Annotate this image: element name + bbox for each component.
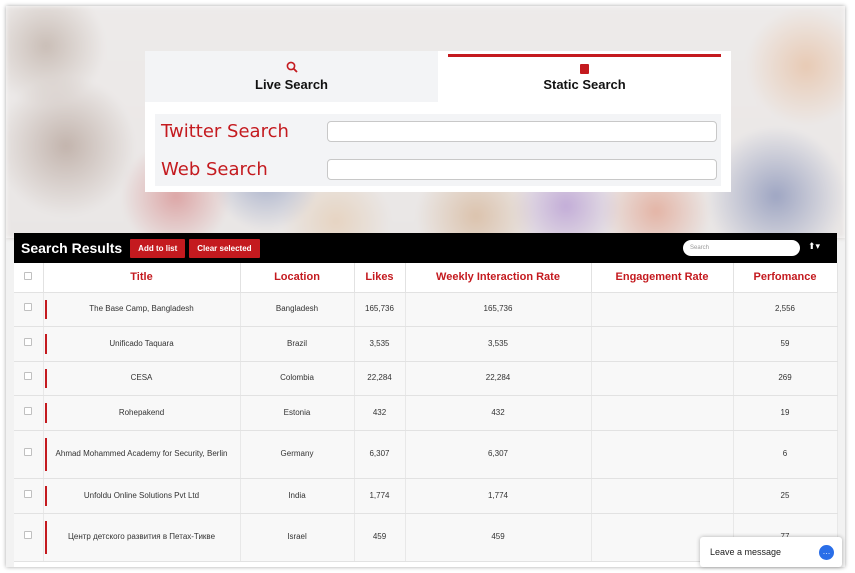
tab-static-search-label: Static Search — [543, 77, 626, 92]
row-title: The Base Camp, Bangladesh — [43, 292, 241, 327]
row-likes: 432 — [354, 395, 406, 431]
select-all-checkbox[interactable] — [24, 272, 33, 281]
results-toolbar: Search Results Add to list Clear selecte… — [14, 233, 837, 263]
tab-live-search-label: Live Search — [255, 77, 328, 92]
add-to-list-button[interactable]: Add to list — [130, 238, 186, 258]
row-engagement-rate — [591, 478, 734, 514]
results-search-placeholder: Search — [690, 245, 710, 251]
row-checkbox[interactable] — [24, 448, 33, 456]
row-weekly-interaction-rate: 459 — [405, 513, 592, 562]
row-performance: 19 — [733, 395, 838, 431]
row-weekly-interaction-rate: 22,284 — [405, 361, 592, 396]
row-performance: 269 — [733, 361, 838, 396]
row-engagement-rate — [591, 326, 734, 362]
search-results: Search Results Add to list Clear selecte… — [14, 233, 838, 567]
row-checkbox-cell — [14, 292, 44, 327]
clear-selected-button[interactable]: Clear selected — [189, 238, 260, 258]
twitter-search-row: Twitter Search — [161, 121, 717, 142]
row-title: CESA — [43, 361, 241, 396]
chat-bubble-icon: … — [819, 545, 834, 560]
web-search-label: Web Search — [161, 159, 268, 180]
row-location: Brazil — [240, 326, 355, 362]
results-title: Search Results — [21, 240, 123, 256]
column-header-performance[interactable]: Perfomance — [733, 263, 838, 293]
row-performance: 59 — [733, 326, 838, 362]
column-header-title[interactable]: Title — [43, 263, 241, 293]
column-header-weekly-interaction-rate[interactable]: Weekly Interaction Rate — [405, 263, 592, 293]
row-performance: 25 — [733, 478, 838, 514]
row-likes: 6,307 — [354, 430, 406, 479]
row-weekly-interaction-rate: 432 — [405, 395, 592, 431]
select-all-cell — [14, 263, 44, 293]
row-title: Rohepakend — [43, 395, 241, 431]
chat-label: Leave a message — [710, 547, 782, 557]
row-checkbox-cell — [14, 361, 44, 396]
table-row[interactable]: Ahmad Mohammed Academy for Security, Ber… — [14, 430, 838, 479]
book-icon — [580, 61, 589, 76]
search-icon — [286, 61, 298, 76]
row-checkbox-cell — [14, 513, 44, 562]
row-location: Israel — [240, 513, 355, 562]
row-engagement-rate — [591, 395, 734, 431]
row-checkbox[interactable] — [24, 337, 33, 346]
row-weekly-interaction-rate: 1,774 — [405, 478, 592, 514]
table-row[interactable]: CESA Colombia 22,284 22,284 269 — [14, 361, 838, 396]
row-checkbox[interactable] — [24, 406, 33, 415]
row-location: Colombia — [240, 361, 355, 396]
row-location: Bangladesh — [240, 292, 355, 327]
row-weekly-interaction-rate: 3,535 — [405, 326, 592, 362]
row-performance: 6 — [733, 430, 838, 479]
row-title: Unfoldu Online Solutions Pvt Ltd — [43, 478, 241, 514]
row-location: India — [240, 478, 355, 514]
row-engagement-rate — [591, 292, 734, 327]
row-likes: 165,736 — [354, 292, 406, 327]
row-likes: 22,284 — [354, 361, 406, 396]
row-engagement-rate — [591, 361, 734, 396]
row-weekly-interaction-rate: 6,307 — [405, 430, 592, 479]
row-checkbox[interactable] — [24, 303, 33, 311]
row-checkbox[interactable] — [24, 489, 33, 498]
table-header-row: Title Location Likes Weekly Interaction … — [14, 263, 838, 293]
row-likes: 459 — [354, 513, 406, 562]
chat-widget[interactable]: Leave a message … — [700, 537, 842, 567]
page-frame: Live Search Static Search Twitter Search… — [6, 6, 845, 567]
row-checkbox-cell — [14, 478, 44, 514]
search-tabs: Live Search Static Search — [145, 51, 731, 102]
web-search-input[interactable] — [327, 159, 717, 180]
row-title: Unificado Taquara — [43, 326, 241, 362]
row-location: Estonia — [240, 395, 355, 431]
results-table: Title Location Likes Weekly Interaction … — [14, 263, 838, 562]
web-search-row: Web Search — [161, 159, 717, 180]
row-checkbox[interactable] — [24, 372, 33, 380]
row-checkbox-cell — [14, 430, 44, 479]
column-header-location[interactable]: Location — [240, 263, 355, 293]
table-row[interactable]: Rohepakend Estonia 432 432 19 — [14, 395, 838, 431]
search-panel: Live Search Static Search Twitter Search… — [145, 51, 731, 192]
row-title: Ahmad Mohammed Academy for Security, Ber… — [43, 430, 241, 479]
twitter-search-input[interactable] — [327, 121, 717, 142]
table-row[interactable]: Unificado Taquara Brazil 3,535 3,535 59 — [14, 326, 838, 362]
row-likes: 1,774 — [354, 478, 406, 514]
column-header-likes[interactable]: Likes — [354, 263, 406, 293]
row-location: Germany — [240, 430, 355, 479]
row-checkbox[interactable] — [24, 531, 33, 539]
row-engagement-rate — [591, 430, 734, 479]
row-checkbox-cell — [14, 395, 44, 431]
row-checkbox-cell — [14, 326, 44, 362]
row-performance: 2,556 — [733, 292, 838, 327]
twitter-search-label: Twitter Search — [161, 121, 289, 142]
table-row[interactable]: The Base Camp, Bangladesh Bangladesh 165… — [14, 292, 838, 327]
share-dropdown-icon[interactable]: ⬆▾ — [808, 241, 820, 252]
column-header-engagement-rate[interactable]: Engagement Rate — [591, 263, 734, 293]
row-likes: 3,535 — [354, 326, 406, 362]
results-search-input[interactable]: Search — [683, 240, 800, 256]
table-row[interactable]: Unfoldu Online Solutions Pvt Ltd India 1… — [14, 478, 838, 514]
row-weekly-interaction-rate: 165,736 — [405, 292, 592, 327]
tab-live-search[interactable]: Live Search — [145, 51, 438, 102]
search-fields: Twitter Search Web Search — [155, 114, 721, 186]
row-title: Центр детского развития в Петах-Тикве — [43, 513, 241, 562]
tab-static-search[interactable]: Static Search — [438, 51, 731, 102]
